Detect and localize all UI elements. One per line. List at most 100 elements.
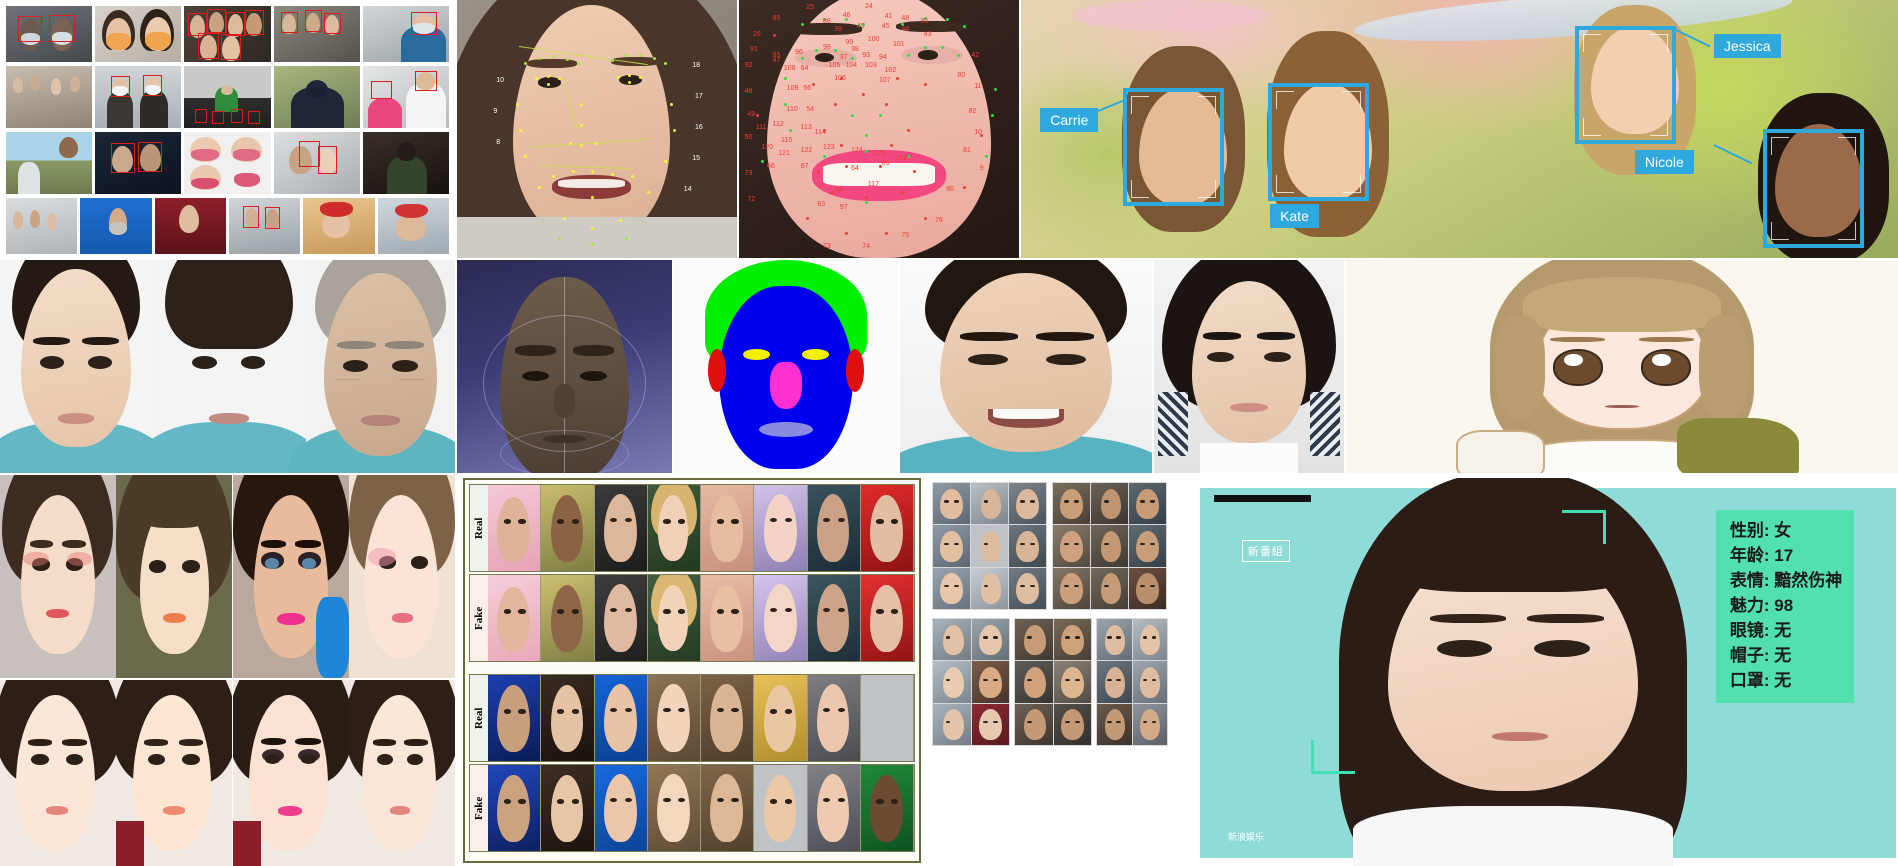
- landmark-number: 121: [778, 149, 790, 157]
- landmark-index-label: 8: [496, 139, 501, 147]
- panel-expression-synthesis: [900, 260, 1152, 473]
- segment-ear-right: [846, 349, 865, 393]
- landmark-number: 108: [783, 64, 796, 72]
- landmark-number: 101: [893, 41, 905, 49]
- landmark-number: 80: [946, 185, 954, 193]
- collage-photo: [362, 6, 450, 62]
- landmark-number: 73: [823, 242, 831, 250]
- panel-makeup-transfer: [0, 475, 455, 866]
- landmark-number: 122: [800, 147, 813, 155]
- landmark-number: 42: [971, 51, 980, 59]
- panel-3d-morphable-model: [457, 260, 672, 473]
- panel-face-recognition: Carrie Kate Jessica Nicole: [1021, 0, 1898, 258]
- attribute-row-expression: 表情: 黯然伤神: [1729, 571, 1843, 591]
- deepfake-face: [647, 575, 701, 661]
- landmark-number: 100: [867, 36, 880, 44]
- deepfake-face: [647, 765, 701, 851]
- landmark-number: 38: [851, 46, 859, 54]
- collage-photo: [377, 198, 449, 254]
- landmark-number: 104: [845, 61, 858, 69]
- makeup-result: [0, 679, 116, 866]
- landmark-number: 39: [834, 25, 842, 33]
- collage-photo: [228, 198, 301, 254]
- deepfake-row-fake-2: Fake: [469, 764, 915, 852]
- collage-photo: [80, 198, 152, 254]
- landmark-number: 11: [974, 82, 982, 90]
- deepfake-face: [807, 675, 861, 761]
- tv-frame: 新番組 新浪娱乐 性别: 女 年龄: 17 表情: 黯然伤神 魅力: 98 眼镜…: [1200, 478, 1896, 866]
- age-stage-middle: [134, 260, 324, 473]
- face-bounding-box[interactable]: [1122, 87, 1224, 207]
- panel-deepfake-detection: Real Fake Real Fake: [463, 478, 921, 863]
- landmark-number: 120: [761, 144, 774, 152]
- landmark-number: 44: [901, 25, 910, 33]
- deepfake-face: [754, 675, 808, 761]
- landmark-number: 49: [747, 110, 756, 118]
- face-bounding-box[interactable]: [1268, 82, 1370, 202]
- landmark-number: 95: [772, 51, 781, 59]
- cluster-group: [1014, 618, 1092, 746]
- landmark-number: 94: [879, 54, 887, 62]
- landmark-number: 45: [881, 23, 890, 31]
- collage-photo: [6, 66, 93, 128]
- segment-eye-right: [801, 349, 829, 361]
- landmark-number: 64: [851, 165, 859, 173]
- face-bounding-box[interactable]: [1575, 25, 1677, 145]
- landmark-number: 112: [772, 121, 784, 129]
- collage-photo: [154, 198, 226, 254]
- landmark-number: 41: [884, 12, 893, 20]
- row-label-real: Real: [470, 485, 488, 571]
- landmark-number: 125: [873, 149, 886, 157]
- deepfake-row-real-1: Real: [469, 484, 915, 572]
- makeup-result: [116, 679, 233, 866]
- row-label-real: Real: [470, 675, 488, 761]
- deepfake-face: [754, 485, 808, 571]
- landmark-number: 40: [856, 23, 865, 31]
- deepfake-face: [807, 575, 861, 661]
- panel-anime-style-transfer: [1346, 260, 1898, 473]
- panel-masked-face-detection: [0, 0, 455, 258]
- panel-face-parsing-segmentation: [674, 260, 898, 473]
- landmark-index-label: 9: [493, 108, 498, 116]
- deepfake-face: [488, 675, 542, 761]
- landmark-number: 96: [795, 49, 803, 57]
- landmark-number: 107: [879, 77, 891, 85]
- landmark-number: 124: [851, 147, 863, 155]
- collage-photo: [303, 198, 375, 254]
- identity-label-nicole: Nicole: [1634, 149, 1694, 174]
- face-bounding-box[interactable]: [1762, 129, 1864, 248]
- landmark-number: 91: [750, 46, 758, 54]
- landmark-number: 65: [881, 159, 890, 167]
- attribute-row-hat: 帽子: 无: [1729, 646, 1792, 666]
- face-tracking-bracket-top-right: [1561, 510, 1606, 545]
- deepfake-face: [541, 485, 595, 571]
- deepfake-face: [541, 675, 595, 761]
- deepfake-face: [647, 675, 701, 761]
- deepfake-face: [488, 765, 542, 851]
- deepfake-face: [860, 485, 914, 571]
- landmark-number: 80: [957, 72, 966, 80]
- landmark-number: 106: [834, 74, 846, 82]
- segment-ear-left: [707, 349, 726, 393]
- deepfake-face: [488, 575, 542, 661]
- attribute-row-mask: 口罩: 无: [1729, 671, 1792, 691]
- landmark-number: 126: [895, 154, 908, 162]
- segment-nose: [770, 362, 802, 410]
- collage-photo: [273, 66, 360, 128]
- channel-tag: 新番組: [1241, 539, 1290, 562]
- deepfake-face: [701, 675, 755, 761]
- landmark-number: 10: [974, 129, 982, 136]
- attribute-row-age: 年龄: 17: [1729, 546, 1794, 566]
- row-label-fake: Fake: [470, 575, 488, 661]
- landmark-number: 81: [921, 18, 929, 26]
- deepfake-face: [647, 485, 701, 571]
- deepfake-face: [594, 765, 648, 851]
- watermark-logo: 新浪娱乐: [1227, 832, 1264, 843]
- makeup-result: [232, 679, 349, 866]
- panel-face-clustering: [928, 478, 1173, 866]
- landmark-number: 81: [963, 147, 971, 155]
- cluster-group: [932, 618, 1010, 746]
- cluster-group: [1052, 482, 1167, 610]
- deepfake-face: [860, 575, 914, 661]
- landmark-number: 105: [828, 61, 841, 69]
